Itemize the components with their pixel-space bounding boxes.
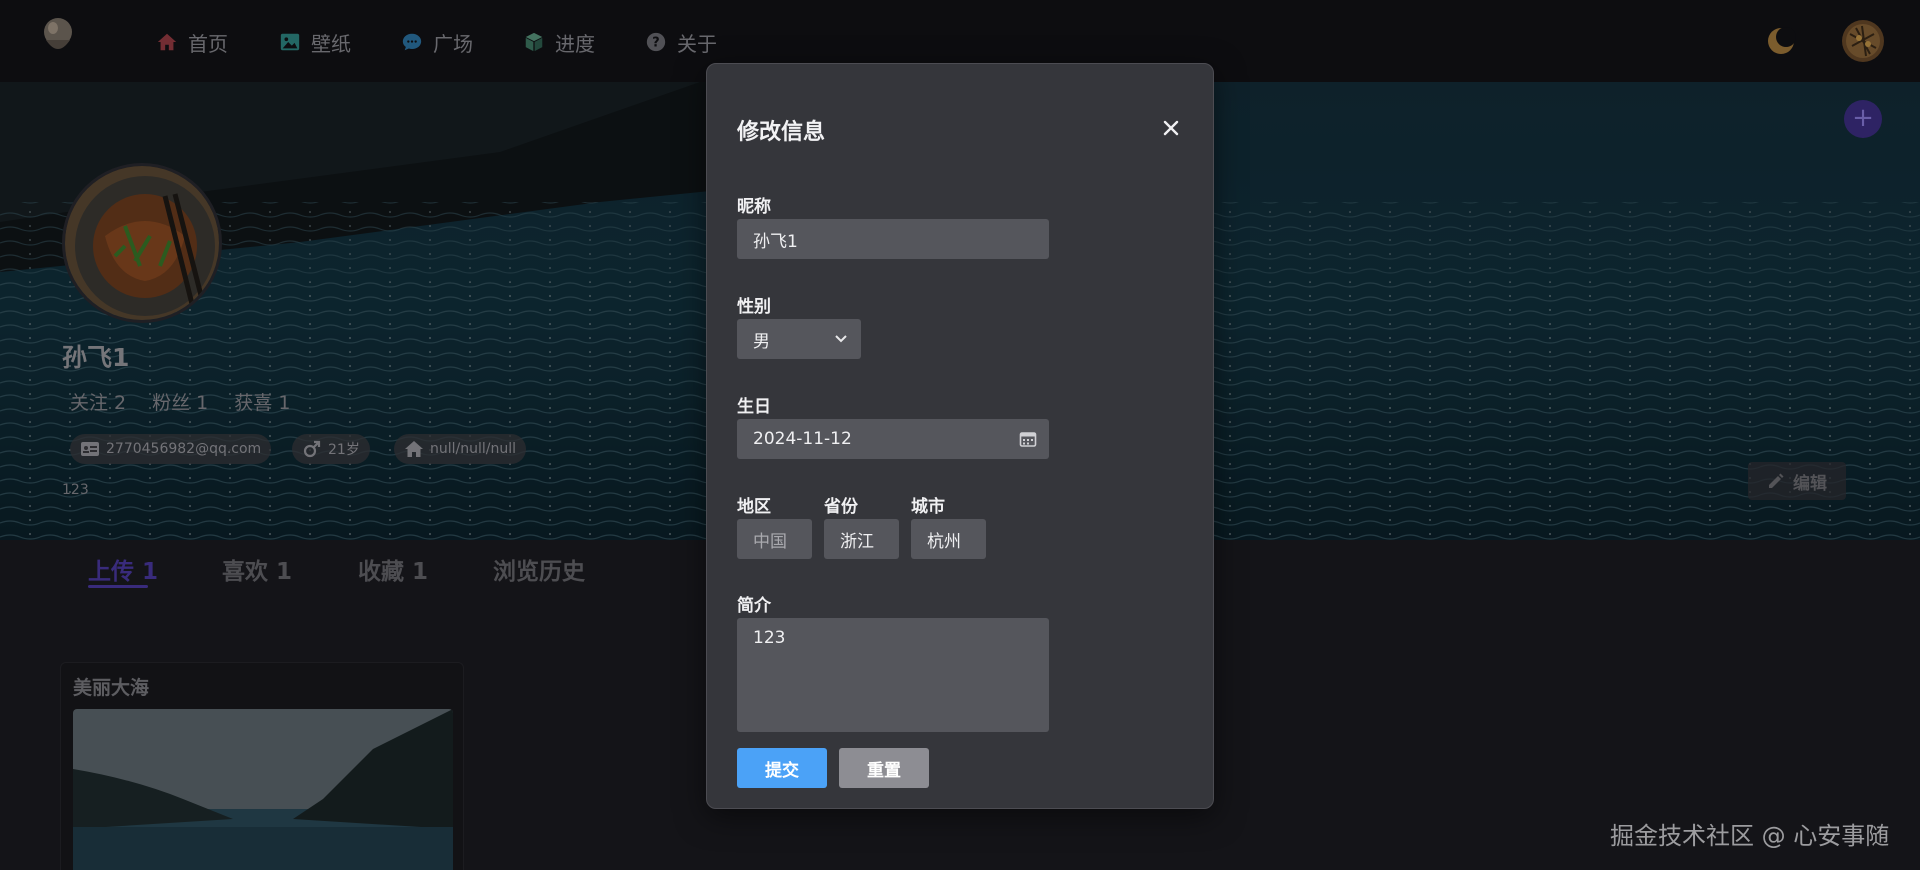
gender-value: 男	[753, 331, 770, 352]
close-button[interactable]	[1157, 114, 1185, 142]
intro-textarea[interactable]: 123	[737, 618, 1049, 732]
edit-info-dialog: 修改信息 昵称 孙飞1 性别 男 生日 2024-11-12 地区 省份 城市 …	[706, 63, 1214, 809]
dialog-title: 修改信息	[737, 120, 826, 145]
province-input[interactable]: 浙江	[824, 519, 899, 559]
province-label: 省份	[824, 497, 858, 517]
gender-label: 性别	[737, 297, 771, 317]
chevron-down-icon	[835, 335, 847, 343]
region-label: 地区	[737, 497, 771, 517]
city-value: 杭州	[927, 531, 961, 552]
birthday-value: 2024-11-12	[753, 429, 852, 449]
city-input[interactable]: 杭州	[911, 519, 986, 559]
region-input[interactable]: 中国	[737, 519, 812, 559]
close-icon	[1163, 120, 1179, 136]
province-value: 浙江	[840, 531, 874, 552]
nickname-label: 昵称	[737, 197, 771, 217]
gender-select[interactable]: 男	[737, 319, 861, 359]
submit-button[interactable]: 提交	[737, 748, 827, 788]
nickname-input[interactable]: 孙飞1	[737, 219, 1049, 259]
intro-label: 简介	[737, 596, 771, 616]
reset-button[interactable]: 重置	[839, 748, 929, 788]
region-value: 中国	[753, 531, 787, 552]
birthday-label: 生日	[737, 397, 771, 417]
city-label: 城市	[911, 497, 945, 517]
birthday-date-input[interactable]: 2024-11-12	[737, 419, 1049, 459]
nickname-value: 孙飞1	[753, 231, 798, 252]
calendar-icon[interactable]	[1019, 430, 1037, 448]
